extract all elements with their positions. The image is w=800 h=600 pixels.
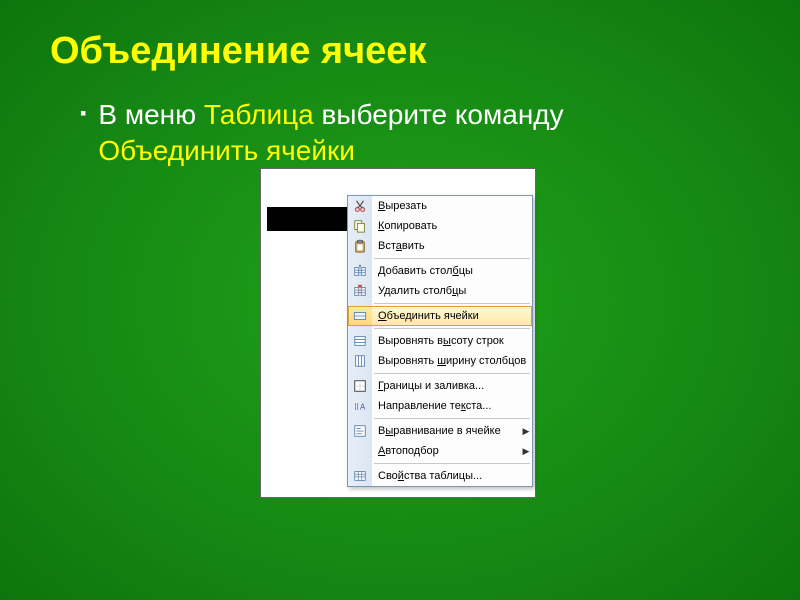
merge-icon — [348, 306, 372, 326]
slide: Объединение ячеек ▪ В меню Таблица выбер… — [0, 0, 800, 600]
menu-item[interactable]: Добавить столбцы — [348, 261, 532, 281]
menu-item-label: Границы и заливка... — [372, 380, 520, 392]
paste-icon — [348, 236, 372, 256]
menu-item-label: Свойства таблицы... — [372, 470, 520, 482]
dist-col-icon — [348, 351, 372, 371]
cut-icon — [348, 196, 372, 216]
screenshot-panel: Вырезать Копировать Вставить Добавить столб… — [260, 168, 536, 498]
bullet-prefix: В меню — [98, 99, 204, 130]
menu-item-label: Удалить столбцы — [372, 285, 520, 297]
submenu-arrow-icon: ▶ — [520, 426, 532, 437]
bullet-mid: выберите команду — [314, 99, 564, 130]
menu-item-label: Направление текста... — [372, 400, 520, 412]
menu-item-label: Объединить ячейки — [372, 310, 520, 322]
menu-item[interactable]: Выравнивание в ячейке▶ — [348, 421, 532, 441]
submenu-arrow-icon: ▶ — [520, 446, 532, 457]
slide-title: Объединение ячеек — [50, 30, 750, 73]
border-icon — [348, 376, 372, 396]
menu-item[interactable]: Автоподбор▶ — [348, 441, 532, 461]
menu-item[interactable]: Выровнять высоту строк — [348, 331, 532, 351]
align-icon — [348, 421, 372, 441]
del-col-icon — [348, 281, 372, 301]
menu-item[interactable]: Вырезать — [348, 196, 532, 216]
menu-item-label: Копировать — [372, 220, 520, 232]
menu-item[interactable]: Удалить столбцы — [348, 281, 532, 301]
dist-row-icon — [348, 331, 372, 351]
menu-separator — [348, 418, 532, 419]
text-dir-icon — [348, 396, 372, 416]
props-icon — [348, 466, 372, 486]
menu-separator — [348, 373, 532, 374]
menu-item-label: Выровнять высоту строк — [372, 335, 520, 347]
bullet-marker: ▪ — [80, 103, 86, 124]
bullet-highlight-2: Объединить ячейки — [98, 135, 354, 166]
copy-icon — [348, 216, 372, 236]
menu-item[interactable]: Объединить ячейки — [348, 306, 532, 326]
blank-icon — [348, 441, 372, 461]
bullet-highlight-1: Таблица — [204, 99, 314, 130]
bullet-text: В меню Таблица выберите команду Объедини… — [98, 97, 563, 170]
menu-item[interactable]: Направление текста... — [348, 396, 532, 416]
add-col-icon — [348, 261, 372, 281]
menu-item-label: Выравнивание в ячейке — [372, 425, 520, 437]
menu-separator — [348, 463, 532, 464]
menu-item[interactable]: Выровнять ширину столбцов — [348, 351, 532, 371]
menu-item-label: Автоподбор — [372, 445, 520, 457]
menu-separator — [348, 328, 532, 329]
menu-separator — [348, 258, 532, 259]
menu-item-label: Вырезать — [372, 200, 520, 212]
bullet-item: ▪ В меню Таблица выберите команду Объеди… — [80, 97, 750, 170]
menu-separator — [348, 303, 532, 304]
context-menu[interactable]: Вырезать Копировать Вставить Добавить столб… — [347, 195, 533, 487]
menu-item-label: Добавить столбцы — [372, 265, 520, 277]
menu-item-label: Вставить — [372, 240, 520, 252]
menu-item-label: Выровнять ширину столбцов — [372, 355, 526, 367]
menu-item[interactable]: Границы и заливка... — [348, 376, 532, 396]
menu-item[interactable]: Вставить — [348, 236, 532, 256]
menu-item[interactable]: Свойства таблицы... — [348, 466, 532, 486]
menu-item[interactable]: Копировать — [348, 216, 532, 236]
